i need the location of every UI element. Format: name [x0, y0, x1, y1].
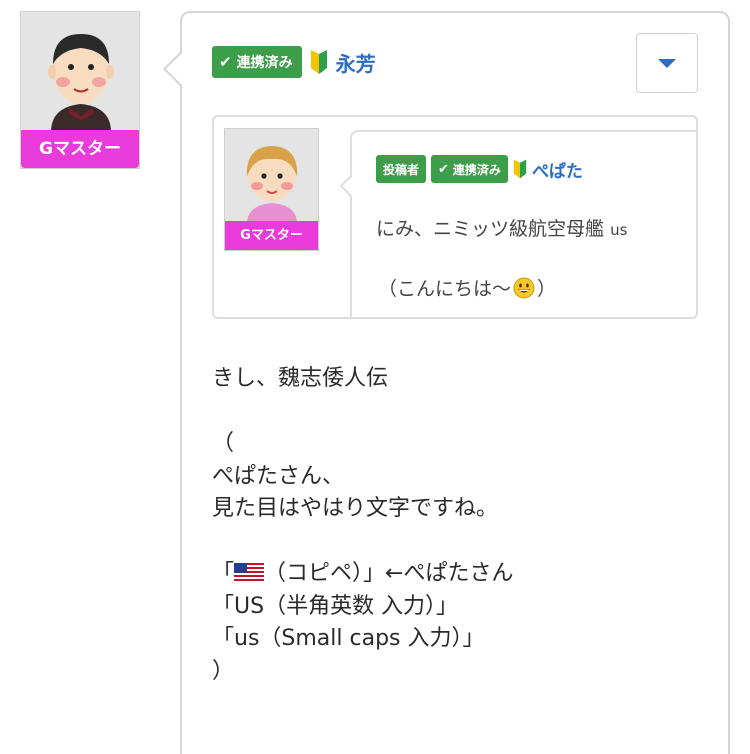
user-name-link[interactable]: 永芳	[336, 48, 376, 77]
speech-arrow	[339, 174, 363, 198]
body-line-open: 「	[212, 561, 235, 586]
body-line: きし、魏志倭人伝	[212, 366, 389, 391]
quoted-text-line: （こんにちは〜 ）	[378, 277, 557, 300]
rank-label: Gマスター	[225, 221, 318, 250]
quoted-post: Gマスター 投稿者 ✔ 連携済み ぺぱた にみ、ニミッツ級航空母艦 us （こん…	[212, 115, 698, 319]
beginner-mark-icon	[310, 50, 327, 74]
body-line: 「US（半角英数 入力）」	[212, 593, 459, 619]
check-leaf-icon: ✔	[438, 161, 449, 177]
us-flag-emoji	[234, 563, 265, 581]
post-card: ✔ 連携済み 永芳 Gマスター 投稿者 ✔ 連携済み ぺぱた にみ、ニミッツ級航…	[163, 11, 730, 754]
body-line: 見た目はやはり文字ですね。	[212, 496, 499, 521]
quoted-text-line: にみ、ニミッツ級航空母艦 us	[376, 218, 628, 240]
quoted-header: 投稿者 ✔ 連携済み ぺぱた	[376, 155, 583, 183]
grinning-face-emoji	[513, 277, 535, 298]
quoted-card: 投稿者 ✔ 連携済み ぺぱた にみ、ニミッツ級航空母艦 us （こんにちは〜 ）	[339, 130, 696, 317]
poster-badge: 投稿者	[376, 155, 427, 183]
body-line: （コピペ）」←ぺぱたさん	[264, 561, 514, 586]
body-line: ぺぱたさん、	[212, 463, 345, 489]
body-line: 「us（Small caps 入力）」	[212, 626, 485, 651]
rank-label: Gマスター	[21, 130, 139, 168]
woman-avatar-illustration	[246, 146, 298, 224]
speech-arrow	[163, 52, 197, 86]
beginner-mark-icon	[513, 159, 527, 179]
check-leaf-icon: ✔	[219, 53, 232, 71]
man-avatar-illustration	[48, 34, 114, 132]
post-menu-button[interactable]	[636, 33, 698, 93]
dropdown-caret-icon	[658, 58, 676, 68]
main-avatar[interactable]: Gマスター	[20, 11, 140, 169]
quoted-avatar[interactable]: Gマスター	[224, 128, 319, 251]
linked-badge: ✔ 連携済み	[212, 46, 302, 78]
quoted-user-link[interactable]: ぺぱた	[532, 157, 583, 182]
post-body: きし、魏志倭人伝 （ ぺぱたさん、 見た目はやはり文字ですね。 「 （コピペ）」←…	[212, 363, 513, 688]
post-header: ✔ 連携済み 永芳	[212, 46, 376, 78]
linked-badge: ✔ 連携済み	[431, 155, 508, 183]
body-line: ）	[212, 658, 235, 684]
body-line: （	[212, 431, 235, 456]
